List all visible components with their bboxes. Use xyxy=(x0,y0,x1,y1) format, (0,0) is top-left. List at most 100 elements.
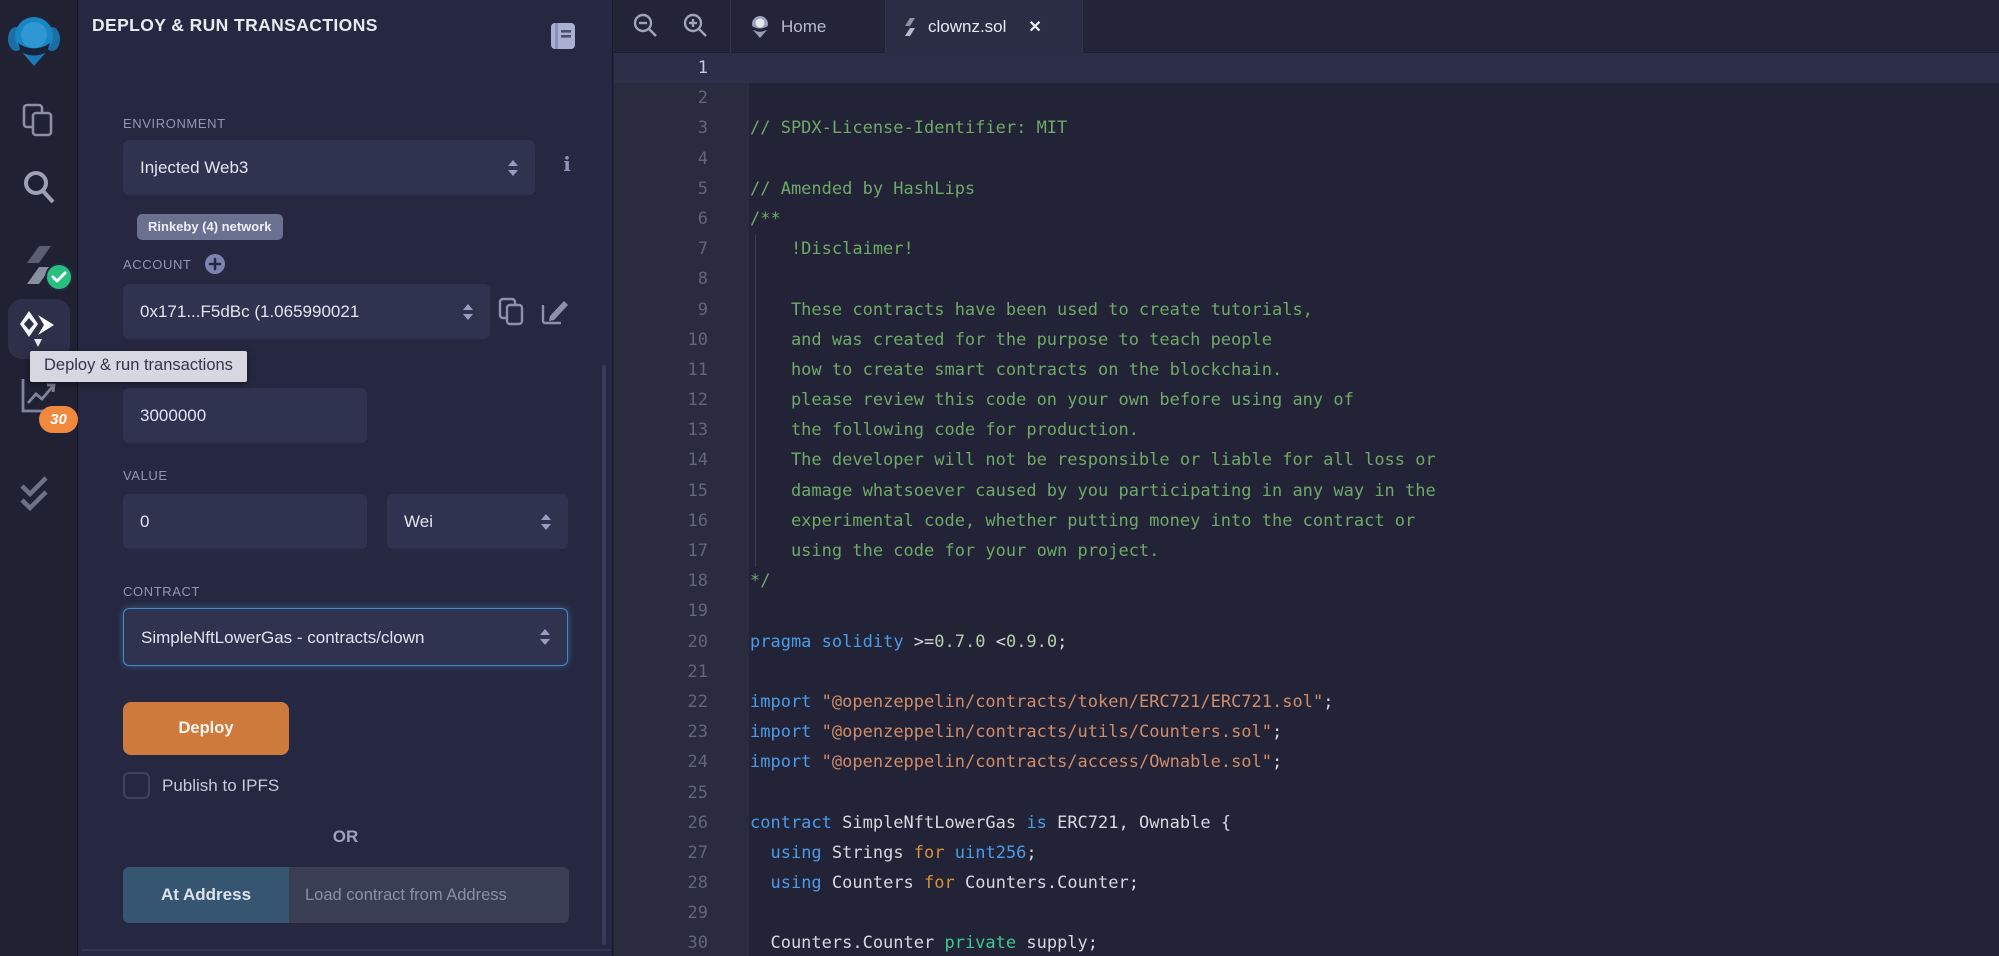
code-text: and was created for the purpose to teach… xyxy=(708,325,1272,355)
deploy-run-tooltip: Deploy & run transactions xyxy=(30,351,247,382)
code-line: 25 xyxy=(614,778,1999,808)
code-text: Counters.Counter private supply; xyxy=(708,928,1098,956)
zoom-in-icon[interactable] xyxy=(682,13,708,39)
account-select[interactable]: 0x171...F5dBc (1.065990021 xyxy=(123,284,490,339)
code-text: import "@openzeppelin/contracts/token/ER… xyxy=(708,687,1333,717)
code-line: 20pragma solidity >=0.7.0 <0.9.0; xyxy=(614,627,1999,657)
line-number: 26 xyxy=(614,808,708,838)
edit-account-icon[interactable] xyxy=(540,297,569,326)
code-line: 21 xyxy=(614,657,1999,687)
code-text: using Counters for Counters.Counter; xyxy=(708,868,1139,898)
publish-ipfs-checkbox[interactable] xyxy=(123,772,150,799)
gas-limit-input[interactable]: 3000000 xyxy=(123,388,367,443)
code-line: 22import "@openzeppelin/contracts/token/… xyxy=(614,687,1999,717)
panel-scrollbar[interactable] xyxy=(602,365,606,945)
line-number: 30 xyxy=(614,928,708,956)
code-line: 9 These contracts have been used to crea… xyxy=(614,295,1999,325)
line-number: 12 xyxy=(614,385,708,415)
add-account-icon[interactable] xyxy=(204,253,226,275)
code-line: 23import "@openzeppelin/contracts/utils/… xyxy=(614,717,1999,747)
line-number: 25 xyxy=(614,778,708,808)
value-unit-select[interactable]: Wei xyxy=(387,494,568,549)
deploy-panel: DEPLOY & RUN TRANSACTIONS ENVIRONMENT In… xyxy=(78,0,613,956)
at-address-button[interactable]: At Address xyxy=(123,867,289,923)
account-value: 0x171...F5dBc (1.065990021 xyxy=(140,302,359,321)
line-number: 4 xyxy=(614,144,708,174)
code-text: how to create smart contracts on the blo… xyxy=(708,355,1282,385)
chevron-updown-icon xyxy=(537,627,553,647)
code-line: 17 using the code for your own project. xyxy=(614,536,1999,566)
line-number: 20 xyxy=(614,627,708,657)
code-line: 3// SPDX-License-Identifier: MIT xyxy=(614,113,1999,143)
statistics-count-badge: 30 xyxy=(39,406,78,433)
code-text: These contracts have been used to create… xyxy=(708,295,1313,325)
code-line: 7 !Disclaimer! xyxy=(614,234,1999,264)
line-number: 2 xyxy=(614,83,708,113)
code-text: /** xyxy=(708,204,781,234)
environment-info-icon[interactable]: i xyxy=(557,152,577,176)
code-text: pragma solidity >=0.7.0 <0.9.0; xyxy=(708,627,1067,657)
code-text: the following code for production. xyxy=(708,415,1139,445)
code-text: The developer will not be responsible or… xyxy=(708,445,1436,475)
line-number: 27 xyxy=(614,838,708,868)
file-explorer-icon[interactable] xyxy=(20,102,58,140)
at-address-input[interactable] xyxy=(289,867,569,923)
panel-bottom-divider xyxy=(81,949,611,951)
chevron-updown-icon xyxy=(460,302,476,322)
code-line: 8 xyxy=(614,264,1999,294)
code-text: experimental code, whether putting money… xyxy=(708,506,1415,536)
code-line: 26contract SimpleNftLowerGas is ERC721, … xyxy=(614,808,1999,838)
tab-clownz-sol[interactable]: clownz.sol ✕ xyxy=(886,0,1083,53)
contract-label: CONTRACT xyxy=(123,584,200,599)
remix-home-icon xyxy=(749,15,771,39)
line-number: 28 xyxy=(614,868,708,898)
line-number: 29 xyxy=(614,898,708,928)
code-line: 4 xyxy=(614,144,1999,174)
environment-select[interactable]: Injected Web3 xyxy=(123,140,535,195)
code-line: 5// Amended by HashLips xyxy=(614,174,1999,204)
documentation-icon[interactable] xyxy=(550,22,576,50)
code-line: 19 xyxy=(614,596,1999,626)
tab-home[interactable]: Home xyxy=(730,0,886,53)
code-text xyxy=(708,53,750,83)
contract-select[interactable]: SimpleNftLowerGas - contracts/clown xyxy=(123,608,568,666)
compile-success-icon xyxy=(45,263,73,291)
deploy-run-icon[interactable] xyxy=(16,309,60,349)
line-number: 1 xyxy=(614,53,708,83)
tab-home-label: Home xyxy=(781,17,826,37)
code-editor[interactable]: 123// SPDX-License-Identifier: MIT45// A… xyxy=(614,53,1999,956)
code-text: // SPDX-License-Identifier: MIT xyxy=(708,113,1067,143)
editor-tabbar: Home clownz.sol ✕ xyxy=(614,0,1999,53)
line-number: 21 xyxy=(614,657,708,687)
line-number: 3 xyxy=(614,113,708,143)
line-number: 9 xyxy=(614,295,708,325)
line-number: 16 xyxy=(614,506,708,536)
code-line: 16 experimental code, whether putting mo… xyxy=(614,506,1999,536)
code-line: 18*/ xyxy=(614,566,1999,596)
remix-logo-icon[interactable] xyxy=(7,12,61,68)
line-number: 7 xyxy=(614,234,708,264)
code-text: please review this code on your own befo… xyxy=(708,385,1354,415)
code-text xyxy=(708,144,750,174)
environment-value: Injected Web3 xyxy=(140,158,248,177)
copy-account-icon[interactable] xyxy=(498,297,525,326)
code-text xyxy=(708,83,750,113)
code-text xyxy=(708,264,750,294)
code-text: using the code for your own project. xyxy=(708,536,1159,566)
code-line: 11 how to create smart contracts on the … xyxy=(614,355,1999,385)
unit-testing-icon[interactable] xyxy=(18,474,58,518)
code-text xyxy=(708,898,750,928)
value-input[interactable]: 0 xyxy=(123,494,367,549)
code-text: damage whatsoever caused by you particip… xyxy=(708,476,1436,506)
contract-value: SimpleNftLowerGas - contracts/clown xyxy=(141,628,424,647)
line-number: 8 xyxy=(614,264,708,294)
deploy-button[interactable]: Deploy xyxy=(123,702,289,755)
code-line: 13 the following code for production. xyxy=(614,415,1999,445)
close-tab-icon[interactable]: ✕ xyxy=(1028,17,1041,37)
line-number: 24 xyxy=(614,747,708,777)
line-number: 13 xyxy=(614,415,708,445)
zoom-out-icon[interactable] xyxy=(632,13,658,39)
code-text xyxy=(708,596,750,626)
value-unit: Wei xyxy=(404,512,433,531)
search-icon[interactable] xyxy=(20,168,58,206)
